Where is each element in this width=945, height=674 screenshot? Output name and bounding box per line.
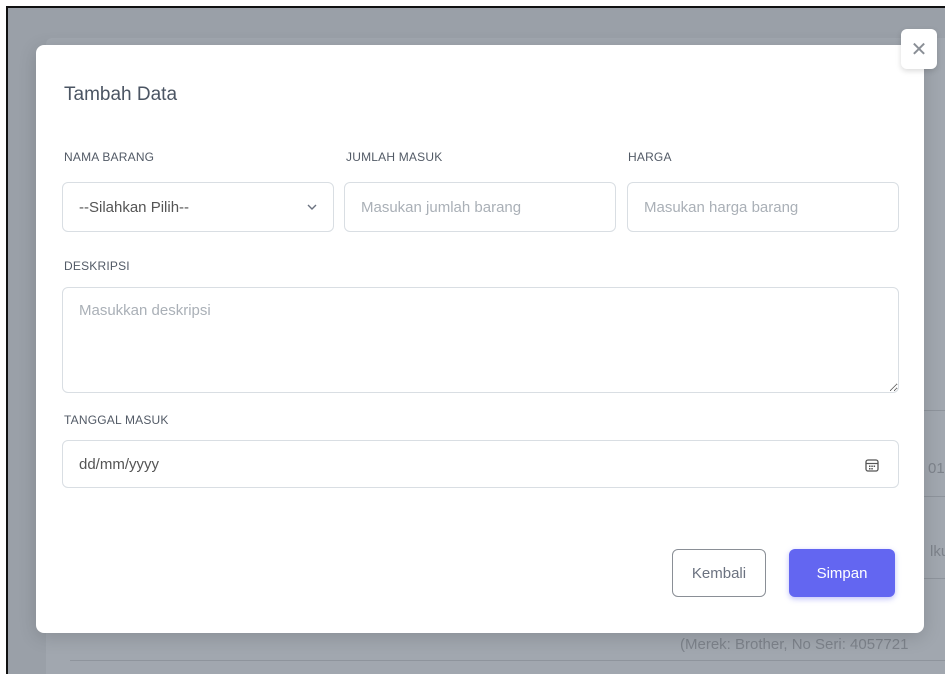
- deskripsi-label: DESKRIPSI: [64, 259, 130, 273]
- calendar-icon[interactable]: [864, 457, 880, 473]
- background-text: 01,: [928, 460, 945, 477]
- background-text: (Merek: Brother, No Seri: 4057721: [680, 636, 909, 653]
- close-button[interactable]: ✕: [901, 29, 937, 69]
- chevron-down-icon: [307, 204, 317, 210]
- back-button[interactable]: Kembali: [672, 549, 766, 597]
- nama-barang-label: NAMA BARANG: [64, 150, 155, 164]
- tanggal-masuk-date-input[interactable]: dd/mm/yyyy: [62, 440, 899, 488]
- background-text: lku: [930, 543, 945, 560]
- harga-input[interactable]: [627, 182, 899, 232]
- harga-label: HARGA: [628, 150, 672, 164]
- nama-barang-select[interactable]: --Silahkan Pilih--: [62, 182, 334, 232]
- tanggal-masuk-label: TANGGAL MASUK: [64, 413, 169, 427]
- close-icon: ✕: [910, 38, 928, 61]
- nama-barang-selected-value: --Silahkan Pilih--: [79, 198, 190, 216]
- jumlah-masuk-input[interactable]: [344, 182, 616, 232]
- modal-title: Tambah Data: [64, 84, 178, 105]
- jumlah-masuk-label: JUMLAH MASUK: [346, 150, 443, 164]
- deskripsi-textarea[interactable]: [62, 287, 899, 393]
- date-placeholder: dd/mm/yyyy: [79, 455, 160, 473]
- background-divider: [70, 660, 945, 661]
- save-button[interactable]: Simpan: [789, 549, 895, 597]
